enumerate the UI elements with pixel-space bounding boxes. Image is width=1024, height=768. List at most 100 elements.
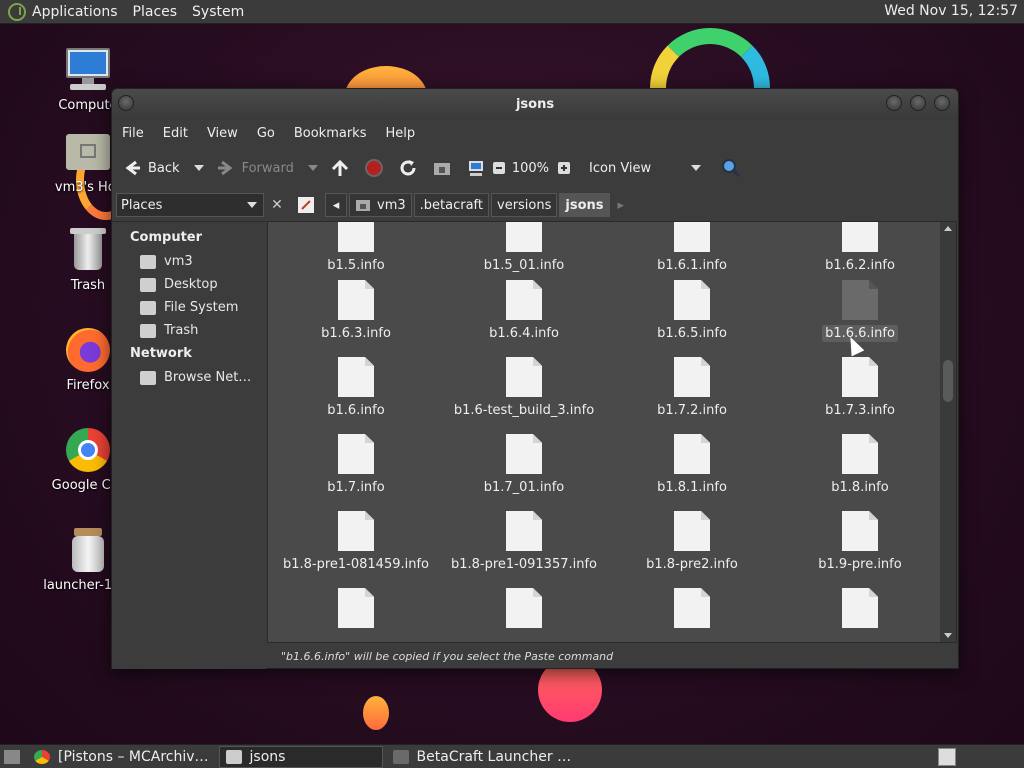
vertical-scrollbar[interactable] <box>940 222 956 642</box>
window-menu-button[interactable] <box>118 95 134 111</box>
taskbar-item-browser[interactable]: [Pistons – MCArchiv… <box>28 746 215 768</box>
close-button[interactable] <box>934 95 950 111</box>
file-item[interactable]: b1.6.1.info <box>608 222 776 273</box>
home-icon <box>355 198 371 212</box>
sidebar-item-desktop[interactable]: Desktop <box>112 273 266 296</box>
file-item[interactable]: b1.7_01.info <box>440 434 608 495</box>
file-item[interactable]: b1.8.info <box>776 434 944 495</box>
file-item[interactable]: b1.8-pre1-091357.info <box>440 511 608 572</box>
applications-menu[interactable]: Applications <box>32 4 118 20</box>
computer-icon[interactable] <box>466 158 486 178</box>
file-item[interactable]: b1.7.info <box>272 434 440 495</box>
app-icon <box>392 749 409 764</box>
breadcrumb-versions[interactable]: versions <box>491 193 558 217</box>
file-item[interactable] <box>608 588 776 634</box>
file-item[interactable]: b1.8-pre1-081459.info <box>272 511 440 572</box>
menu-help[interactable]: Help <box>385 126 415 141</box>
sidebar-item-vm3[interactable]: vm3 <box>112 250 266 273</box>
file-name: b1.7.2.info <box>657 403 727 418</box>
menu-file[interactable]: File <box>122 126 144 141</box>
file-item[interactable] <box>272 588 440 634</box>
file-item[interactable] <box>776 588 944 634</box>
file-item[interactable]: b1.6.4.info <box>440 280 608 341</box>
file-item[interactable]: b1.6.3.info <box>272 280 440 341</box>
scroll-up-icon[interactable] <box>944 226 952 231</box>
window-titlebar[interactable]: jsons <box>112 89 958 119</box>
menu-go[interactable]: Go <box>257 126 275 141</box>
document-icon <box>674 357 710 397</box>
zoom-in-icon[interactable] <box>557 161 571 175</box>
menubar: File Edit View Go Bookmarks Help <box>112 119 958 147</box>
file-item[interactable]: b1.6.6.info <box>776 280 944 342</box>
file-name: b1.8.1.info <box>657 480 727 495</box>
file-item[interactable]: b1.6.2.info <box>776 222 944 273</box>
file-item[interactable]: b1.7.3.info <box>776 357 944 418</box>
menu-view[interactable]: View <box>207 126 238 141</box>
distro-logo-icon[interactable] <box>8 2 26 21</box>
file-item[interactable]: b1.7.2.info <box>608 357 776 418</box>
file-item[interactable]: b1.5_01.info <box>440 222 608 273</box>
network-icon <box>140 370 156 385</box>
zoom-control[interactable]: 100% <box>492 161 577 176</box>
file-item[interactable]: b1.6.5.info <box>608 280 776 341</box>
up-arrow-icon[interactable] <box>330 158 350 178</box>
file-item[interactable]: b1.9-pre.info <box>776 511 944 572</box>
sidebar-item-trash[interactable]: Trash <box>112 319 266 342</box>
sidebar: Computer vm3 Desktop File System Trash N… <box>112 221 266 669</box>
breadcrumb-betacraft[interactable]: .betacraft <box>413 193 489 217</box>
file-name: b1.6.6.info <box>822 325 898 342</box>
menu-bookmarks[interactable]: Bookmarks <box>294 126 367 141</box>
clock[interactable]: Wed Nov 15, 12:57 <box>884 3 1018 19</box>
breadcrumb-scroll-right[interactable]: ▸ <box>618 198 625 213</box>
zoom-out-icon[interactable] <box>492 161 506 175</box>
file-name: b1.5.info <box>327 258 385 273</box>
view-mode-select[interactable]: Icon View <box>589 161 702 176</box>
file-item[interactable] <box>440 588 608 634</box>
minimize-button[interactable] <box>886 95 902 111</box>
scroll-down-icon[interactable] <box>944 633 952 638</box>
document-icon <box>506 222 542 252</box>
document-icon <box>674 511 710 551</box>
taskbar-item-betacraft[interactable]: BetaCraft Launcher … <box>387 746 578 768</box>
back-history-dropdown[interactable] <box>193 165 204 171</box>
places-menu[interactable]: Places <box>133 4 178 20</box>
system-menu[interactable]: System <box>192 4 244 20</box>
file-name: b1.7.info <box>327 480 385 495</box>
file-name: b1.6.1.info <box>657 258 727 273</box>
search-icon[interactable] <box>721 158 741 178</box>
file-item[interactable]: b1.8.1.info <box>608 434 776 495</box>
sidebar-places-select[interactable]: Places <box>116 193 264 217</box>
sidebar-item-filesystem[interactable]: File System <box>112 296 266 319</box>
file-icon-view[interactable]: b1.5.info b1.5_01.info b1.6.1.info b1.6.2.i… <box>267 221 957 643</box>
file-item[interactable]: b1.6-test_build_3.info <box>440 357 608 418</box>
sidebar-heading-computer: Computer <box>130 230 203 245</box>
back-arrow-icon <box>122 158 142 178</box>
stop-icon[interactable] <box>364 158 384 178</box>
taskbar-item-label: BetaCraft Launcher … <box>416 748 572 765</box>
taskbar-item-jsons[interactable]: jsons <box>218 745 383 768</box>
maximize-button[interactable] <box>910 95 926 111</box>
file-name: b1.6-test_build_3.info <box>453 403 595 418</box>
forward-history-dropdown[interactable] <box>307 165 318 171</box>
breadcrumb-vm3[interactable]: vm3 <box>349 193 412 217</box>
workspace-switcher[interactable] <box>938 748 956 766</box>
file-manager-window: jsons File Edit View Go Bookmarks Help B… <box>111 88 959 669</box>
file-item[interactable]: b1.5.info <box>272 222 440 273</box>
breadcrumb-jsons[interactable]: jsons <box>559 193 610 217</box>
file-item[interactable]: b1.6.info <box>272 357 440 418</box>
scrollbar-thumb[interactable] <box>943 360 953 402</box>
sidebar-item-browse-network[interactable]: Browse Net… <box>112 366 266 389</box>
back-button[interactable]: Back <box>122 158 204 178</box>
home-icon[interactable] <box>432 158 452 178</box>
file-item[interactable]: b1.8-pre2.info <box>608 511 776 572</box>
forward-button[interactable]: Forward <box>216 158 318 178</box>
reload-icon[interactable] <box>398 158 418 178</box>
file-name: b1.7_01.info <box>483 480 565 495</box>
document-icon <box>842 280 878 320</box>
show-desktop-button[interactable] <box>0 746 24 768</box>
edit-location-icon[interactable] <box>297 196 315 214</box>
decorative-blob <box>363 696 389 730</box>
close-sidebar-icon[interactable]: ✕ <box>267 195 287 215</box>
breadcrumb-scroll-left[interactable]: ◂ <box>325 193 347 217</box>
menu-edit[interactable]: Edit <box>163 126 188 141</box>
